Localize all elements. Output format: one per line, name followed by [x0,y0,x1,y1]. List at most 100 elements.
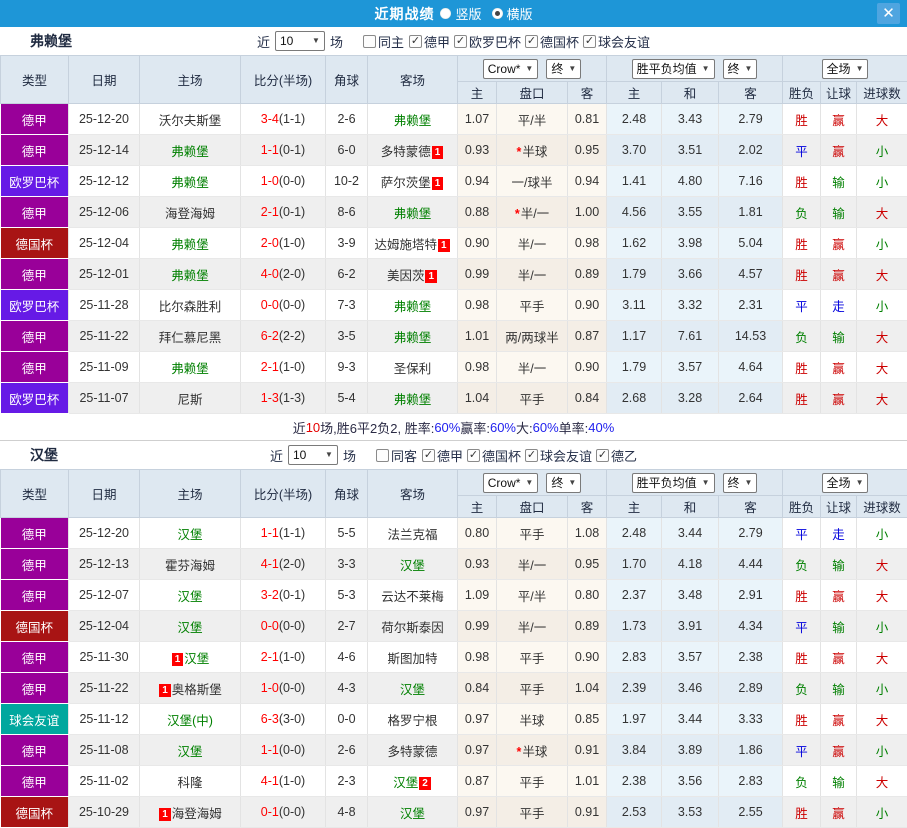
team-link[interactable]: 弗赖堡 [394,207,432,221]
league-filter-3[interactable]: ✓德乙 [596,446,637,465]
handicap-away-odds: 0.80 [568,580,607,611]
team-link[interactable]: 奥格斯堡 [172,683,222,697]
team-link[interactable]: 海登海姆 [172,807,222,821]
same-venue-checkbox[interactable] [363,35,376,48]
half-time-score: (0-1) [279,588,305,602]
match-count-select[interactable]: 10 ▼ [288,445,338,465]
team-link[interactable]: 汉堡(中) [167,714,213,728]
team-link[interactable]: 斯图加特 [387,652,437,666]
team-link[interactable]: 多特蒙德 [387,745,437,759]
radio-vertical-layout[interactable]: 竖版 [440,4,481,23]
radio-icon[interactable] [440,8,451,19]
team-link[interactable]: 汉堡 [393,776,418,790]
radio-icon[interactable] [492,8,503,19]
handicap-final-select[interactable]: 终 ▼ [546,59,581,79]
result-goals: 大 [857,642,907,673]
team-link[interactable]: 达姆施塔特 [374,238,437,252]
team-link[interactable]: 海登海姆 [165,207,215,221]
league-checkbox[interactable]: ✓ [409,35,422,48]
team-link[interactable]: 多特蒙德 [381,145,431,159]
league-checkbox[interactable]: ✓ [467,449,480,462]
result-handicap: 赢 [821,259,857,290]
handicap-line: 平手 [497,383,568,414]
score-cell: 0-0(0-0) [241,611,326,642]
team-link[interactable]: 汉堡 [400,683,425,697]
league-checkbox[interactable]: ✓ [583,35,596,48]
league-checkbox[interactable]: ✓ [454,35,467,48]
league-checkbox[interactable]: ✓ [596,449,609,462]
league-filter-2[interactable]: ✓球会友谊 [525,446,592,465]
team-link[interactable]: 法兰克福 [387,528,437,542]
same-venue-filter[interactable]: 同主 [363,32,404,51]
competition-type: 德国杯 [1,611,69,642]
team-link[interactable]: 美因茨 [387,269,425,283]
league-checkbox[interactable]: ✓ [422,449,435,462]
team-link[interactable]: 弗赖堡 [171,145,209,159]
match-date: 25-11-22 [69,321,140,352]
league-filter-3[interactable]: ✓球会友谊 [583,32,650,51]
star-marker: * [515,207,520,221]
team-link[interactable]: 汉堡 [177,528,202,542]
odds-final-select[interactable]: 终 ▼ [723,59,758,79]
away-team-cell: 弗赖堡 [368,383,458,414]
team-link[interactable]: 拜仁慕尼黑 [159,331,222,345]
team-link[interactable]: 云达不莱梅 [381,590,444,604]
corner-cell: 9-3 [326,352,368,383]
league-filter-0[interactable]: ✓德甲 [409,32,450,51]
team-link[interactable]: 荷尔斯泰因 [381,621,444,635]
handicap-home-odds: 0.80 [458,518,497,549]
team-link[interactable]: 汉堡 [177,621,202,635]
league-filter-0[interactable]: ✓德甲 [422,446,463,465]
odds-average-select[interactable]: 胜平负均值 ▼ [632,473,715,493]
league-checkbox[interactable]: ✓ [525,449,538,462]
odds-final-select[interactable]: 终 ▼ [723,473,758,493]
close-button[interactable]: ✕ [877,3,900,24]
team-link[interactable]: 汉堡 [400,559,425,573]
league-filter-2[interactable]: ✓德国杯 [525,32,579,51]
team-link[interactable]: 尼斯 [177,393,202,407]
radio-horizontal-layout[interactable]: 横版 [492,4,533,23]
same-venue-filter[interactable]: 同客 [376,446,417,465]
league-filters: ✓德甲✓德国杯✓球会友谊✓德乙 [422,446,637,465]
bookmaker-select[interactable]: Crow* ▼ [483,473,539,493]
team-link[interactable]: 沃尔夫斯堡 [159,114,222,128]
match-count-select[interactable]: 10 ▼ [275,31,325,51]
team-link[interactable]: 汉堡 [184,652,209,666]
handicap-line: 半球 [497,704,568,735]
match-scope-select[interactable]: 全场 ▼ [822,473,869,493]
team-link[interactable]: 比尔森胜利 [159,300,222,314]
team-link[interactable]: 弗赖堡 [394,331,432,345]
team-link[interactable]: 弗赖堡 [171,269,209,283]
league-checkbox[interactable]: ✓ [525,35,538,48]
competition-type: 德甲 [1,735,69,766]
team-link[interactable]: 萨尔茨堡 [381,176,431,190]
team-link[interactable]: 格罗宁根 [387,714,437,728]
bookmaker-select[interactable]: Crow* ▼ [483,59,539,79]
result-win-draw-lose: 负 [783,766,821,797]
odds-lose: 2.38 [719,642,783,673]
red-card-badge: 1 [159,684,171,697]
red-card-badge: 1 [438,239,450,252]
league-filter-1[interactable]: ✓欧罗巴杯 [454,32,521,51]
away-team-cell: 法兰克福 [368,518,458,549]
match-scope-select[interactable]: 全场 ▼ [822,59,869,79]
team-link[interactable]: 弗赖堡 [171,176,209,190]
team-link[interactable]: 弗赖堡 [394,393,432,407]
odds-average-select[interactable]: 胜平负均值 ▼ [632,59,715,79]
team-link[interactable]: 弗赖堡 [171,362,209,376]
team-link[interactable]: 科隆 [177,776,202,790]
team-link[interactable]: 弗赖堡 [394,114,432,128]
same-venue-checkbox[interactable] [376,449,389,462]
league-filter-1[interactable]: ✓德国杯 [467,446,521,465]
handicap-final-select[interactable]: 终 ▼ [546,473,581,493]
summary-part: 单率: [559,418,589,437]
team-link[interactable]: 圣保利 [394,362,432,376]
team-link[interactable]: 弗赖堡 [171,238,209,252]
team-link[interactable]: 汉堡 [177,745,202,759]
team-link[interactable]: 汉堡 [400,807,425,821]
team-link[interactable]: 霍芬海姆 [165,559,215,573]
team-link[interactable]: 汉堡 [177,590,202,604]
team-link[interactable]: 弗赖堡 [394,300,432,314]
league-filters: ✓德甲✓欧罗巴杯✓德国杯✓球会友谊 [409,32,650,51]
odds-lose: 5.04 [719,228,783,259]
